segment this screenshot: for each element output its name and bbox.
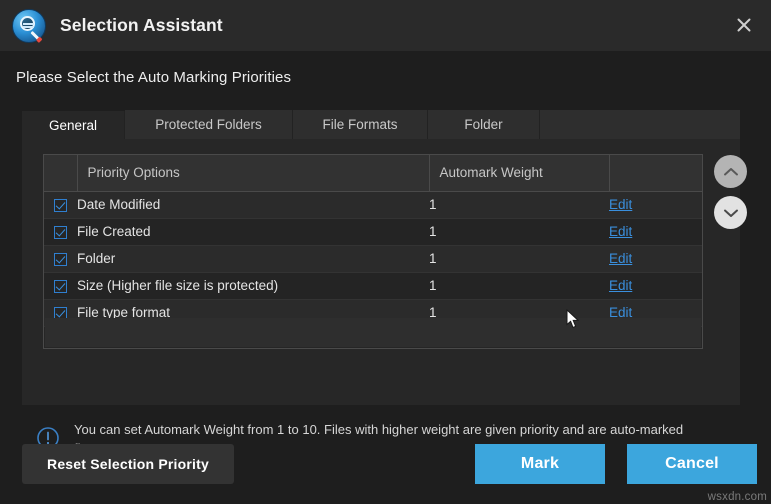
watermark: wsxdn.com [708, 491, 767, 503]
column-header-priority-options: Priority Options [77, 155, 429, 191]
chevron-up-icon [722, 166, 740, 178]
column-header-automark-weight: Automark Weight [429, 155, 609, 191]
tab-file-formats-label: File Formats [322, 117, 397, 132]
column-header-select [44, 155, 77, 191]
move-up-button[interactable] [714, 155, 747, 188]
tab-protected-folders[interactable]: Protected Folders [125, 110, 293, 139]
close-icon[interactable] [727, 8, 761, 42]
row-name-size: Size (Higher file size is protected) [77, 272, 429, 299]
edit-link-size[interactable]: Edit [609, 278, 632, 293]
checkbox-date-modified[interactable] [54, 199, 67, 212]
title-bar: Selection Assistant [0, 0, 771, 51]
magnifier-lens [20, 16, 35, 31]
tab-folder-label: Folder [464, 117, 502, 132]
row-checkbox-cell [44, 218, 77, 245]
mark-button[interactable]: Mark [475, 444, 605, 484]
reset-selection-priority-button[interactable]: Reset Selection Priority [22, 444, 234, 484]
table-row[interactable]: Date Modified 1 Edit [44, 191, 702, 218]
cancel-button[interactable]: Cancel [627, 444, 757, 484]
tab-folder[interactable]: Folder [428, 110, 540, 139]
checkbox-folder[interactable] [54, 253, 67, 266]
row-action-cell: Edit [609, 272, 702, 299]
row-weight-size: 1 [429, 272, 609, 299]
tab-strip: General Protected Folders File Formats F… [22, 111, 740, 140]
tab-content-panel: Priority Options Automark Weight Date Mo… [22, 139, 740, 405]
page-title: Please Select the Auto Marking Prioritie… [16, 69, 291, 86]
window-title: Selection Assistant [60, 15, 223, 36]
row-action-cell: Edit [609, 245, 702, 272]
row-action-cell: Edit [609, 218, 702, 245]
table-empty-area [45, 318, 701, 347]
row-checkbox-cell [44, 272, 77, 299]
move-down-button[interactable] [714, 196, 747, 229]
tab-strip-filler [540, 110, 740, 139]
edit-link-date-modified[interactable]: Edit [609, 197, 632, 212]
edit-link-file-created[interactable]: Edit [609, 224, 632, 239]
priority-table-container: Priority Options Automark Weight Date Mo… [43, 154, 703, 349]
dialog-body: Please Select the Auto Marking Prioritie… [0, 51, 771, 504]
chevron-down-icon [722, 207, 740, 219]
row-checkbox-cell [44, 245, 77, 272]
priority-table: Priority Options Automark Weight Date Mo… [44, 155, 702, 327]
row-weight-file-created: 1 [429, 218, 609, 245]
column-header-action [609, 155, 702, 191]
checkbox-file-created[interactable] [54, 226, 67, 239]
tab-general-label: General [49, 118, 97, 133]
checkbox-size[interactable] [54, 280, 67, 293]
tab-protected-folders-label: Protected Folders [155, 117, 262, 132]
row-weight-folder: 1 [429, 245, 609, 272]
row-checkbox-cell [44, 191, 77, 218]
edit-link-folder[interactable]: Edit [609, 251, 632, 266]
row-weight-date-modified: 1 [429, 191, 609, 218]
magnifier-icon [12, 9, 46, 43]
magnifier-handle [30, 30, 39, 39]
table-row[interactable]: Folder 1 Edit [44, 245, 702, 272]
tab-general[interactable]: General [22, 111, 125, 140]
row-name-date-modified: Date Modified [77, 191, 429, 218]
table-row[interactable]: Size (Higher file size is protected) 1 E… [44, 272, 702, 299]
row-action-cell: Edit [609, 191, 702, 218]
dialog-footer: Reset Selection Priority Mark Cancel wsx… [0, 438, 771, 504]
row-name-file-created: File Created [77, 218, 429, 245]
tab-file-formats[interactable]: File Formats [293, 110, 428, 139]
row-name-folder: Folder [77, 245, 429, 272]
table-row[interactable]: File Created 1 Edit [44, 218, 702, 245]
table-header-row: Priority Options Automark Weight [44, 155, 702, 191]
